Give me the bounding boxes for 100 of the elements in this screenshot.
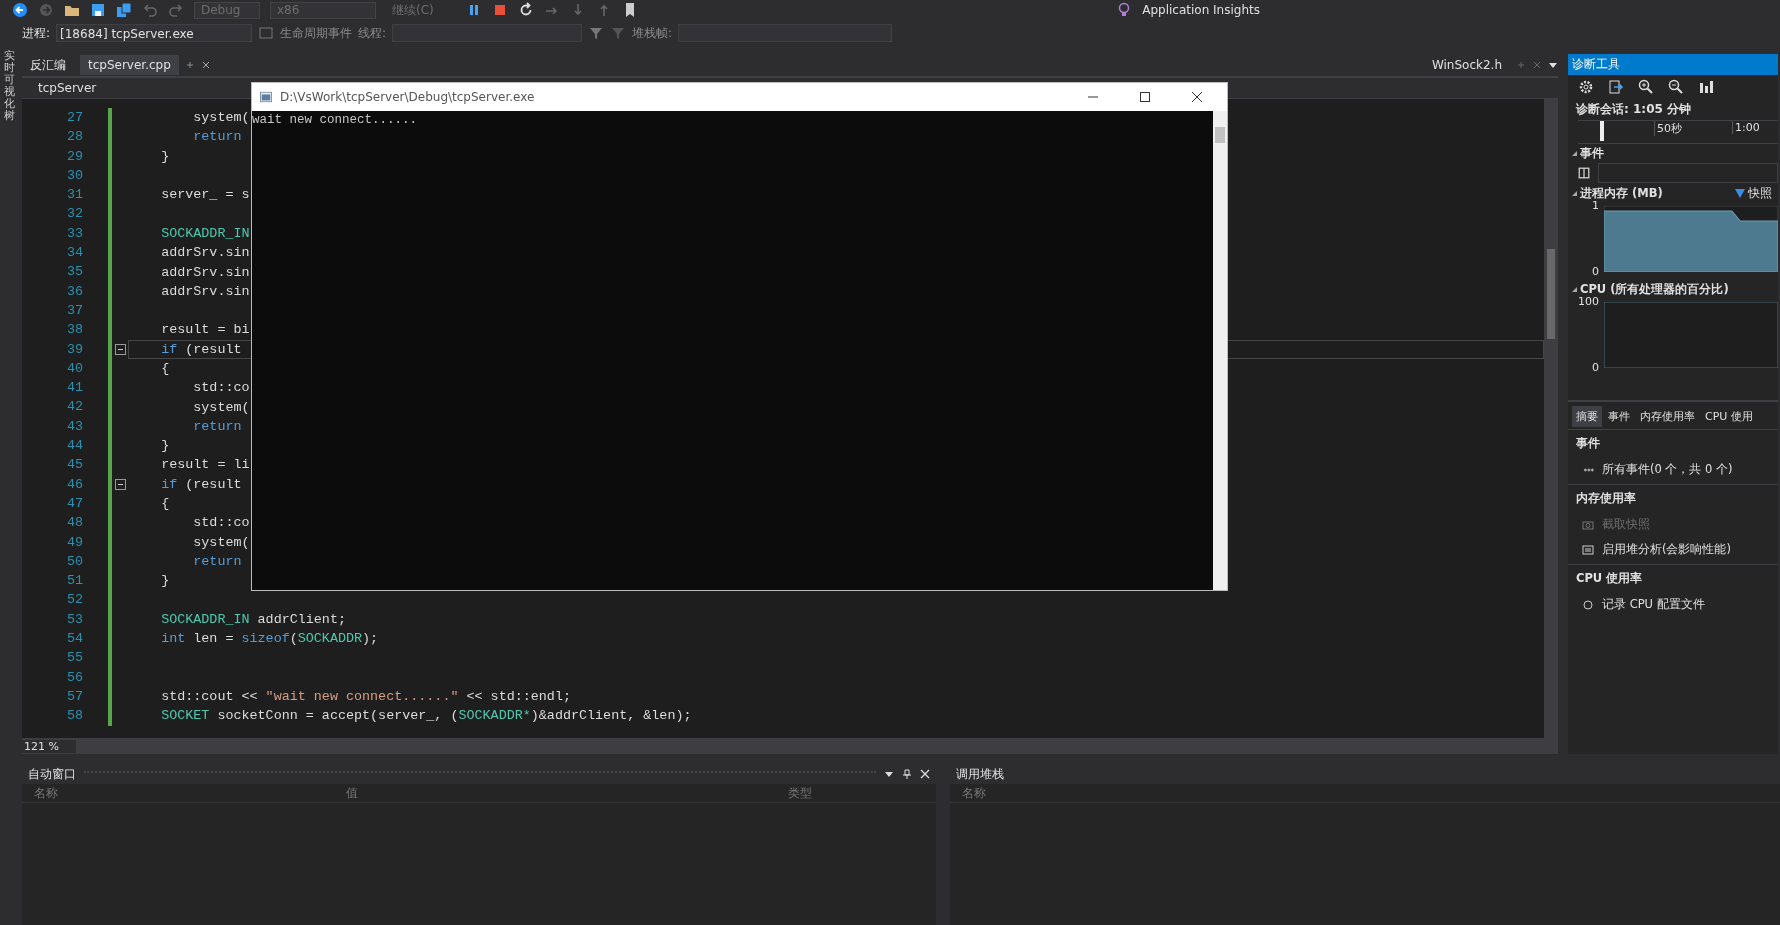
code-line: if (result [160,341,242,357]
code-line: } [160,438,170,454]
code-line: result = bi [160,322,250,338]
zoom-dropdown[interactable]: 121 % [22,739,76,753]
zoom-out-icon[interactable] [1668,79,1684,95]
save-all-icon[interactable] [116,2,132,18]
section-heading: CPU 使用率 [1568,564,1778,592]
panel-tab[interactable]: 摘要 [1572,406,1602,427]
line-number: 42 [65,398,83,417]
code-line: SOCKET socketConn = accept(server_, (SOCKADDR*)&addrClient, &len); [160,708,692,724]
maximize-icon[interactable] [1139,91,1151,103]
stop-icon[interactable] [492,2,508,18]
radio-icon [1582,598,1594,611]
file-tab[interactable]: 反汇编 [22,53,74,77]
line-number: 29 [65,147,83,166]
line-number: 35 [65,263,83,282]
line-number: 32 [65,205,83,224]
panel-tab[interactable]: 事件 [1604,406,1634,427]
code-line: system( [192,534,250,550]
axis-tick: 0 [1592,266,1599,278]
back-icon[interactable] [12,2,28,18]
time-label: 50秒 [1654,121,1682,136]
process-dropdown[interactable]: [18684] tcpServer.exe [56,24,253,42]
session-duration: 诊断会话: 1:05 分钟 [1575,101,1692,118]
code-line: addrSrv.sin [160,264,250,280]
column-header[interactable]: 名称 [950,784,986,802]
save-icon[interactable] [90,2,106,18]
collapse-icon[interactable] [114,478,126,490]
dropdown-icon[interactable] [884,769,894,779]
line-number: 44 [65,437,83,456]
panel-tab[interactable]: CPU 使用 [1701,406,1757,427]
column-header[interactable]: 值 [334,784,776,802]
line-number: 48 [65,514,83,533]
axis-tick: 0 [1592,362,1599,374]
restart-icon[interactable] [518,2,534,18]
marker-icon [1735,188,1745,198]
line-number: 58 [65,707,83,726]
lifecycle-menu[interactable]: 生命周期事件 [280,24,353,42]
code-line: { [160,496,170,512]
line-number: 46 [65,475,83,494]
insights-menu[interactable]: Application Insights [1142,3,1260,17]
timeline-ruler[interactable]: 50秒 1:00 [1578,120,1778,144]
line-number: 53 [65,610,83,629]
line-number: 47 [65,494,83,513]
lifecycle-icon [258,25,275,41]
scrollbar[interactable] [1544,99,1558,738]
line-number: 51 [65,572,83,591]
redo-icon[interactable] [168,2,184,18]
camera-icon [1582,518,1594,531]
code-line: } [160,573,170,589]
line-number: 36 [65,282,83,301]
memory-icon [1582,543,1594,556]
panel-tab[interactable]: 内存使用率 [1636,406,1699,427]
radio-option[interactable]: 记录 CPU 配置文件 [1568,592,1778,617]
code-line: addrSrv.sin [160,283,250,299]
close-icon[interactable] [200,60,211,70]
settings-icon[interactable] [1578,79,1594,95]
undo-icon[interactable] [142,2,158,18]
code-line: return [192,553,242,569]
filter-icon[interactable] [588,25,605,41]
column-header[interactable]: 名称 [22,784,334,802]
line-number: 50 [65,552,83,571]
line-number: 38 [65,321,83,340]
console-icon [260,91,272,103]
code-line: server_ = s [160,187,250,203]
code-line: addrSrv.sin [160,245,250,261]
code-line: } [160,148,170,164]
export-icon[interactable] [1608,79,1624,95]
panel-title: 自动窗口 [28,765,76,783]
line-number: 39 [65,340,83,359]
code-line: std::co [192,380,250,396]
line-number: 49 [65,533,83,552]
dropdown-icon[interactable] [1548,60,1558,70]
time-marker[interactable] [1600,121,1604,141]
code-line: std::cout << "wait new connect......" << std::endl; [160,689,571,705]
action-link[interactable]: 所有事件(0 个，共 0 个) [1568,457,1778,482]
code-line: if (result [160,476,242,492]
file-tab[interactable]: tcpServer.cpp [80,55,179,75]
close-icon[interactable] [1191,91,1203,103]
code-line: int len = sizeof(SOCKADDR); [160,631,379,647]
window-title: D:\VsWork\tcpServer\Debug\tcpServer.exe [280,90,535,104]
zoom-in-icon[interactable] [1638,79,1654,95]
project-dropdown[interactable]: tcpServer [22,81,97,95]
line-number: 52 [65,591,83,610]
line-number: 33 [65,224,83,243]
line-number: 45 [65,456,83,475]
bar-chart-icon[interactable] [1698,79,1714,95]
process-label: 进程: [22,24,51,42]
side-tab[interactable]: 实时可视化树 [4,50,18,125]
legend-label: 快照 [1748,185,1772,201]
action-link[interactable]: 启用堆分析(会影响性能) [1568,537,1778,562]
file-tab[interactable]: WinSock2.h [1423,55,1510,75]
line-number: 27 [65,109,83,127]
column-header[interactable]: 类型 [776,784,908,802]
line-number: 43 [65,417,83,436]
pause-icon[interactable] [1578,167,1590,179]
collapse-icon[interactable] [114,343,126,355]
section-title: 进程内存 (MB) [1580,185,1663,201]
scrollbar[interactable] [1213,111,1227,590]
panel-title: 诊断工具 [1568,54,1778,75]
